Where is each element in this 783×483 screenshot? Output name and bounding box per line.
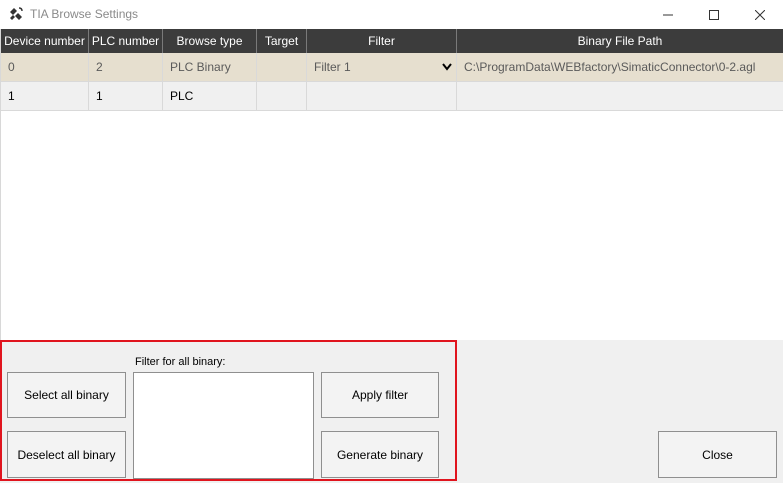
- plc-number-cell[interactable]: 2: [89, 53, 163, 82]
- close-button[interactable]: Close: [658, 431, 777, 478]
- close-icon: [755, 9, 765, 20]
- generate-binary-button[interactable]: Generate binary: [321, 431, 439, 478]
- bottom-panel: Select all binary Deselect all binary Fi…: [0, 340, 783, 483]
- title-bar: TIA Browse Settings: [0, 0, 783, 29]
- column-header-binary-file-path[interactable]: Binary File Path: [457, 29, 783, 53]
- column-header-plc-number[interactable]: PLC number: [89, 29, 163, 53]
- maximize-button[interactable]: [691, 0, 737, 29]
- minimize-button[interactable]: [645, 0, 691, 29]
- maximize-icon: [709, 9, 719, 20]
- filter-dropdown-value: Filter 1: [314, 60, 351, 74]
- filter-dropdown[interactable]: Filter 1: [307, 53, 457, 82]
- column-header-filter[interactable]: Filter: [307, 29, 457, 53]
- column-header-device-number[interactable]: Device number: [1, 29, 89, 53]
- device-number-cell[interactable]: 0: [1, 53, 89, 82]
- filter-for-all-binary-input[interactable]: [133, 372, 314, 479]
- binary-file-path-cell[interactable]: [457, 82, 783, 111]
- window-title: TIA Browse Settings: [30, 7, 139, 21]
- satellite-icon: [8, 6, 24, 22]
- chevron-down-icon[interactable]: [442, 63, 452, 71]
- browse-settings-grid: Device number PLC number Browse type Tar…: [0, 29, 783, 340]
- filter-for-all-binary-label: Filter for all binary:: [135, 356, 226, 368]
- target-cell[interactable]: [257, 82, 307, 111]
- apply-filter-button[interactable]: Apply filter: [321, 372, 439, 418]
- column-header-browse-type[interactable]: Browse type: [163, 29, 257, 53]
- minimize-icon: [663, 14, 673, 15]
- deselect-all-binary-button[interactable]: Deselect all binary: [7, 431, 126, 478]
- browse-type-cell[interactable]: PLC: [163, 82, 257, 111]
- target-cell[interactable]: [257, 53, 307, 82]
- device-number-cell[interactable]: 1: [1, 82, 89, 111]
- browse-type-cell[interactable]: PLC Binary: [163, 53, 257, 82]
- column-header-target[interactable]: Target: [257, 29, 307, 53]
- close-window-button[interactable]: [737, 0, 783, 29]
- plc-number-cell[interactable]: 1: [89, 82, 163, 111]
- select-all-binary-button[interactable]: Select all binary: [7, 372, 126, 418]
- filter-cell[interactable]: [307, 82, 457, 111]
- binary-file-path-cell[interactable]: C:\ProgramData\WEBfactory\SimaticConnect…: [457, 53, 783, 82]
